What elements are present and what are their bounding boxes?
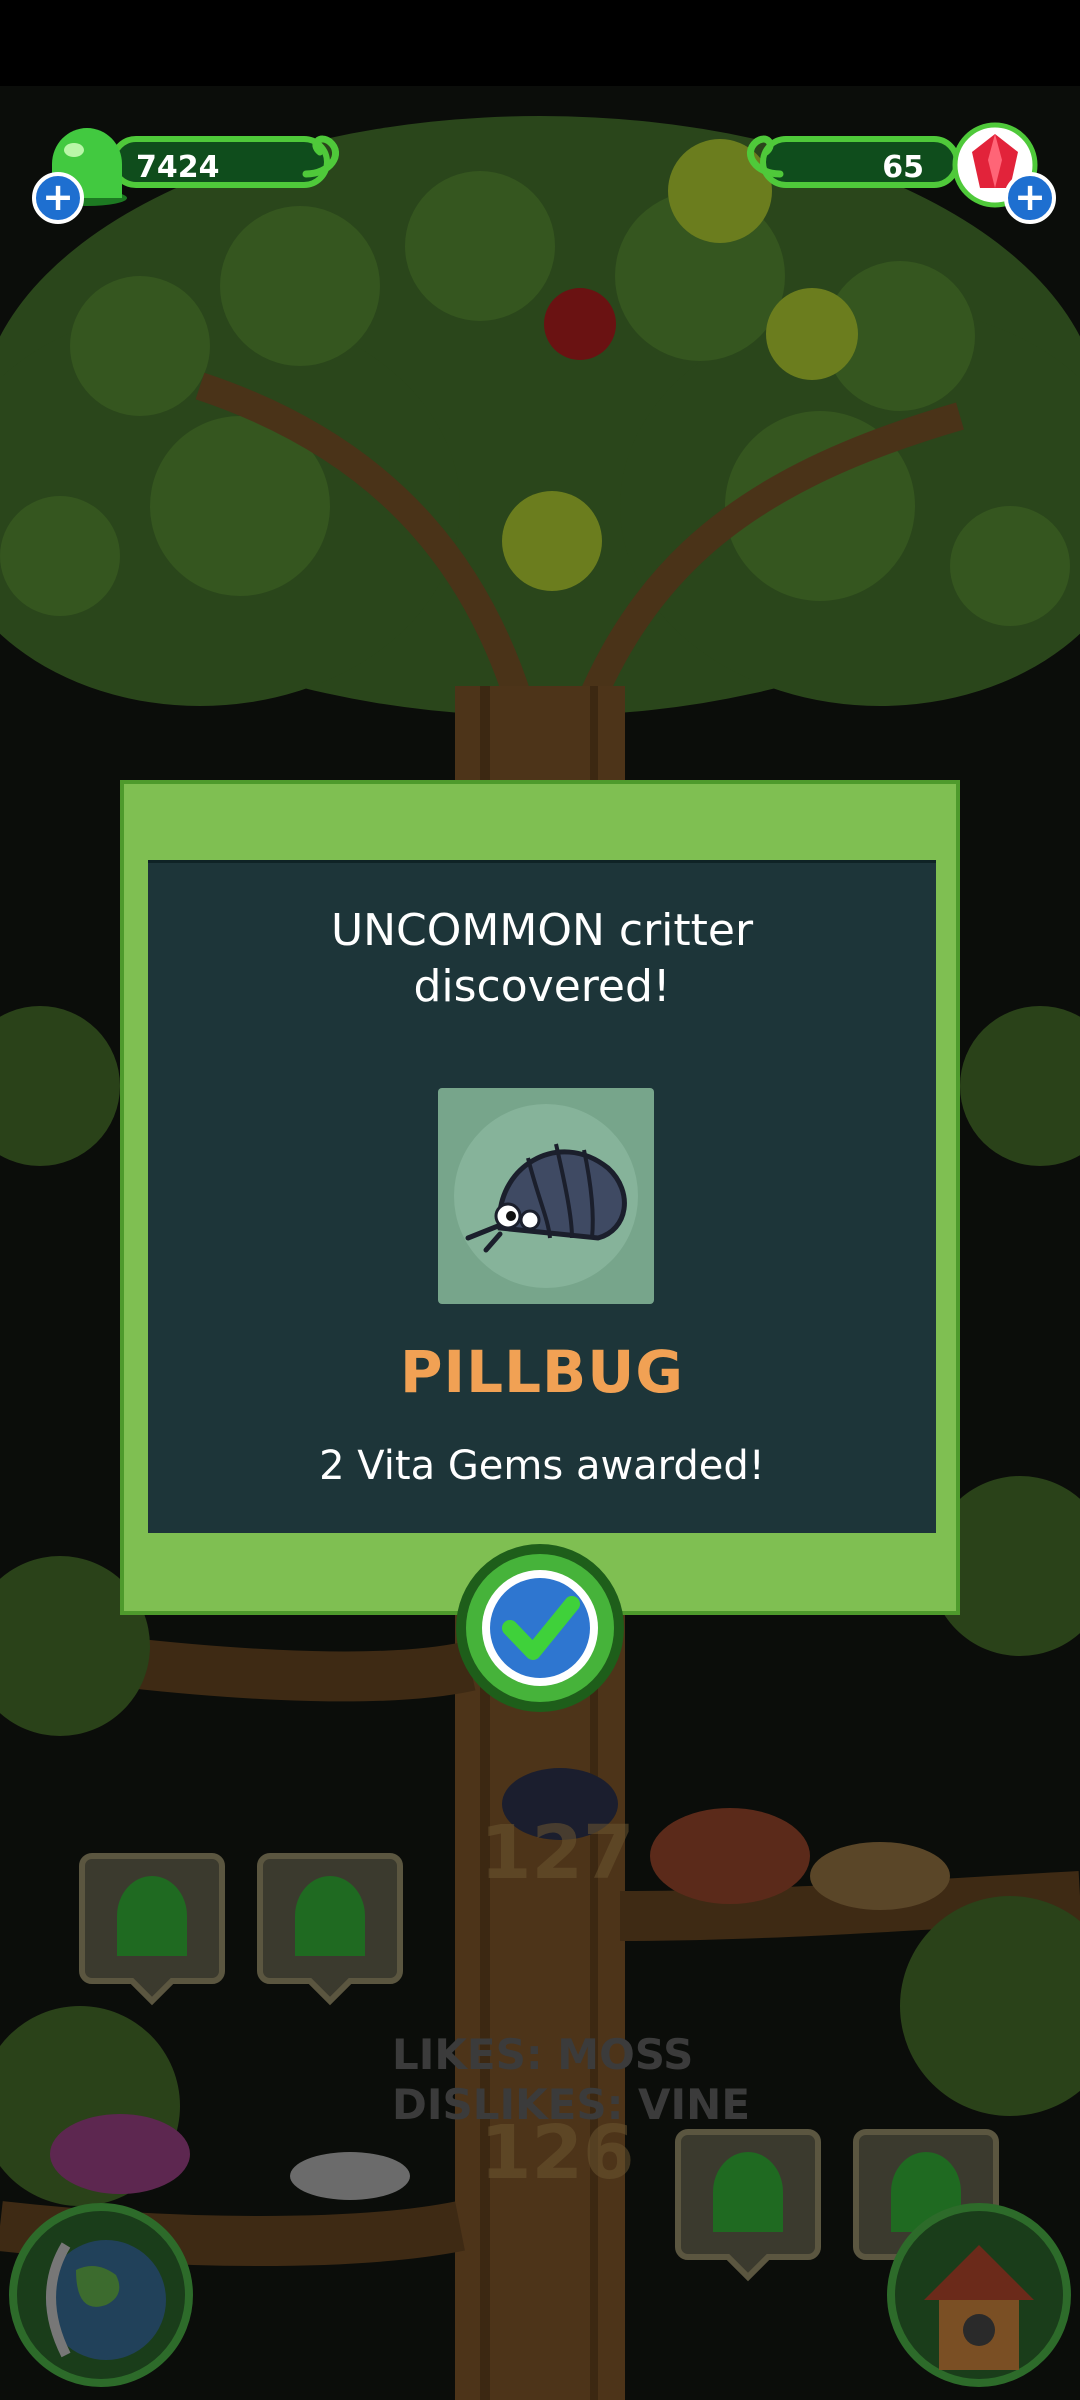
dialog-title-line1: UNCOMMON critter xyxy=(330,905,754,956)
critter-name: PILLBUG xyxy=(400,1338,684,1406)
status-bar xyxy=(0,0,1080,86)
vine-curl-icon xyxy=(302,135,339,178)
checkmark-icon xyxy=(447,1544,633,1712)
gumdrop-counter: 7424 xyxy=(110,136,330,188)
vine-curl-icon xyxy=(747,135,784,178)
gumdrop-badge[interactable] xyxy=(668,2122,828,2282)
dialog-panel: UNCOMMON critter discovered! PILLBUG 2 V… xyxy=(148,860,936,1533)
globe-button[interactable] xyxy=(6,2200,196,2390)
house-icon xyxy=(887,2203,1071,2387)
pillbug-icon xyxy=(454,1104,638,1288)
add-gumdrops-button[interactable]: + xyxy=(32,172,84,224)
globe-icon xyxy=(9,2203,193,2387)
critter-discovered-dialog: UNCOMMON critter discovered! PILLBUG 2 V… xyxy=(120,780,960,1615)
critter-portrait xyxy=(438,1088,654,1304)
dialog-title: UNCOMMON critter discovered! xyxy=(148,903,936,1015)
gumdrop-badge[interactable] xyxy=(250,1846,410,2006)
gem-counter: 65 xyxy=(760,136,960,188)
award-text: 2 Vita Gems awarded! xyxy=(319,1443,765,1489)
level-number-upper: 127 xyxy=(480,1810,635,1896)
house-button[interactable] xyxy=(884,2200,1074,2390)
critter-preferences: LIKES: MOSS DISLIKES: VINE xyxy=(392,2030,750,2130)
add-gems-button[interactable]: + xyxy=(1004,172,1056,224)
gumdrop-badge[interactable] xyxy=(72,1846,232,2006)
likes-text: LIKES: MOSS xyxy=(392,2030,694,2079)
confirm-button[interactable] xyxy=(447,1536,633,1720)
dialog-title-line2: discovered! xyxy=(413,961,671,1012)
